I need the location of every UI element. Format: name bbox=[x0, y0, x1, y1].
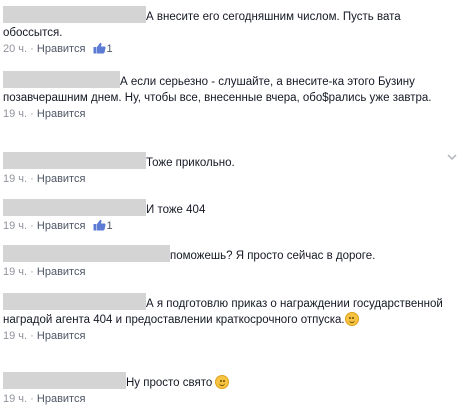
comment-3: Тоже прикольно. 19 ч. · Нравится bbox=[0, 152, 465, 186]
timestamp[interactable]: 19 ч. bbox=[3, 173, 27, 185]
comment-meta: 19 ч. · Нравится bbox=[3, 393, 86, 405]
comment-meta: 19 ч. · Нравится bbox=[3, 266, 86, 278]
thumbs-up-icon[interactable] bbox=[93, 42, 106, 58]
like-link[interactable]: Нравится bbox=[37, 43, 86, 55]
redacted-author-name bbox=[3, 372, 126, 389]
comment-2: А если серьезно - слушайте, а внесите-ка… bbox=[0, 71, 465, 121]
comment-7: Ну просто свято 19 ч. · Нравится bbox=[0, 372, 465, 406]
redacted-author-name bbox=[3, 199, 146, 216]
redacted-author-name bbox=[3, 245, 170, 262]
smile-emoji-icon bbox=[215, 375, 230, 389]
comment-meta: 20 ч. · Нравится 1 bbox=[0, 42, 465, 58]
comment-text: И тоже 404 bbox=[146, 204, 206, 216]
timestamp[interactable]: 19 ч. bbox=[3, 108, 27, 120]
timestamp[interactable]: 19 ч. bbox=[3, 393, 27, 405]
redacted-author-name bbox=[3, 293, 146, 310]
like-link[interactable]: Нравится bbox=[37, 108, 86, 120]
timestamp[interactable]: 19 ч. bbox=[3, 266, 27, 278]
like-link[interactable]: Нравится bbox=[37, 173, 86, 185]
like-count: 1 bbox=[106, 43, 113, 55]
comment-4: И тоже 404 19 ч. · Нравится 1 bbox=[0, 199, 465, 235]
redacted-author-name bbox=[3, 71, 120, 88]
comment-5: поможешь? Я просто сейчас в дороге. 19 ч… bbox=[0, 245, 465, 279]
comment-text: поможешь? Я просто сейчас в дороге. bbox=[170, 250, 376, 262]
smile-emoji-icon bbox=[344, 312, 359, 326]
like-link[interactable]: Нравится bbox=[37, 330, 86, 342]
timestamp[interactable]: 20 ч. bbox=[3, 43, 27, 55]
edit-chevron-icon[interactable] bbox=[447, 152, 457, 161]
like-link[interactable]: Нравится bbox=[37, 393, 86, 405]
timestamp[interactable]: 19 ч. bbox=[3, 330, 27, 342]
redacted-author-name bbox=[3, 6, 146, 23]
thumbs-up-icon[interactable] bbox=[93, 219, 106, 235]
comment-text: Тоже прикольно. bbox=[146, 157, 235, 169]
comment-meta: 19 ч. · Нравится 1 bbox=[0, 219, 465, 235]
comment-meta: 19 ч. · Нравится bbox=[3, 108, 86, 120]
comment-meta: 19 ч. · Нравится bbox=[3, 330, 86, 342]
redacted-author-name bbox=[3, 152, 146, 169]
comment-meta: 19 ч. · Нравится bbox=[3, 173, 86, 185]
comment-6: А я подготовлю приказ о награждении госу… bbox=[0, 293, 465, 343]
comment-text: Ну просто свято bbox=[126, 377, 213, 389]
like-count: 1 bbox=[106, 220, 113, 232]
comment-1: А внесите его сегодняшним числом. Пусть … bbox=[0, 6, 465, 58]
timestamp[interactable]: 19 ч. bbox=[3, 220, 27, 232]
like-link[interactable]: Нравится bbox=[37, 266, 86, 278]
like-link[interactable]: Нравится bbox=[37, 220, 86, 232]
